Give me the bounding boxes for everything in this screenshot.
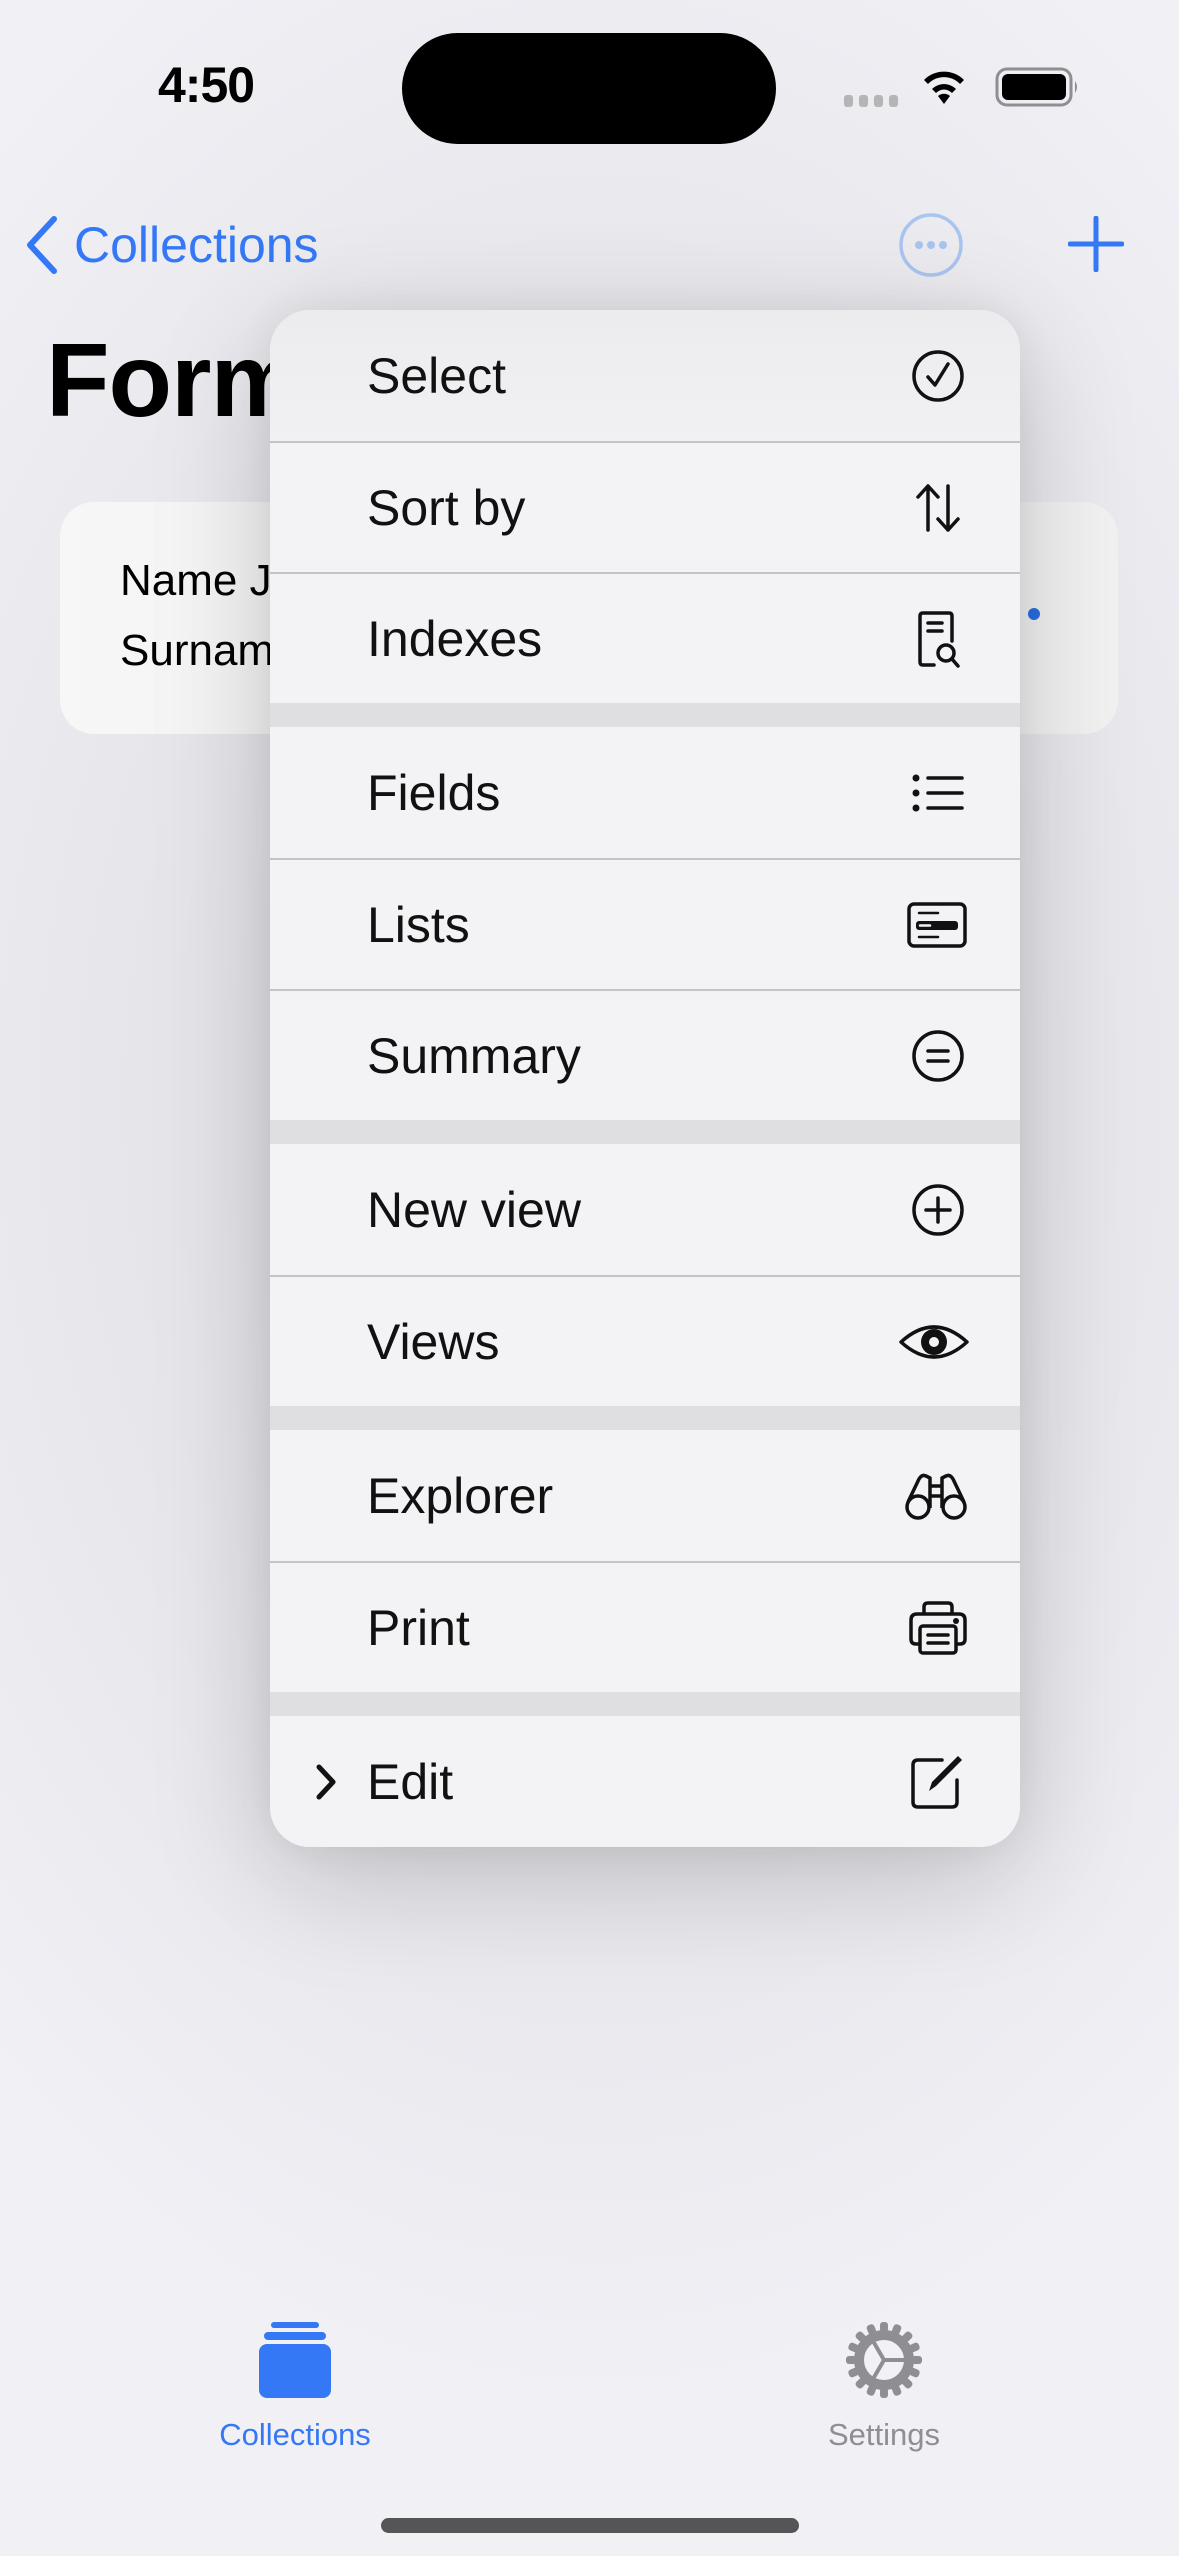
menu-item-label: Print bbox=[367, 1599, 470, 1656]
menu-item-views[interactable]: Views bbox=[270, 1275, 1020, 1406]
menu-item-label: Fields bbox=[367, 764, 501, 821]
back-label: Collections bbox=[74, 217, 319, 273]
menu-item-label: Explorer bbox=[367, 1467, 554, 1524]
status-time: 4:50 bbox=[158, 57, 255, 113]
menu-item-label: Lists bbox=[367, 896, 470, 953]
gear-icon bbox=[830, 2306, 938, 2414]
menu-item-label: Views bbox=[367, 1313, 500, 1370]
card-field-surname: Surnam bbox=[120, 626, 275, 675]
menu-item-edit[interactable]: Edit bbox=[270, 1716, 1020, 1847]
card-field-name: Name J bbox=[120, 556, 272, 605]
dynamic-island bbox=[402, 33, 776, 144]
menu-section-divider bbox=[270, 1120, 1020, 1144]
cellular-signal-icon bbox=[844, 95, 898, 107]
wifi-icon bbox=[924, 71, 964, 104]
menu-item-label: Indexes bbox=[367, 610, 543, 667]
home-indicator[interactable] bbox=[381, 2518, 799, 2533]
menu-item-print[interactable]: Print bbox=[270, 1561, 1020, 1692]
menu-item-label: New view bbox=[367, 1181, 581, 1238]
list-card-icon bbox=[907, 901, 967, 948]
context-menu: Select Sort by Indexes Fields Lists Summ… bbox=[270, 310, 1020, 1847]
plus-circle-icon bbox=[912, 1183, 964, 1236]
menu-item-label: Select bbox=[367, 347, 506, 404]
menu-item-label: Sort by bbox=[367, 479, 526, 536]
menu-section-divider bbox=[270, 1406, 1020, 1430]
menu-item-label: Summary bbox=[367, 1027, 581, 1084]
chevron-right-icon bbox=[316, 1764, 336, 1799]
square-and-pencil-icon bbox=[911, 1755, 962, 1809]
menu-item-explorer[interactable]: Explorer bbox=[270, 1430, 1020, 1561]
menu-item-new-view[interactable]: New view bbox=[270, 1144, 1020, 1275]
menu-section-divider bbox=[270, 1692, 1020, 1716]
plus-icon[interactable] bbox=[1068, 216, 1124, 272]
tab-collections[interactable]: Collections bbox=[195, 2320, 395, 2453]
menu-item-select[interactable]: Select bbox=[270, 310, 1020, 441]
page-title: Form bbox=[46, 323, 303, 439]
battery-icon bbox=[995, 67, 1077, 107]
equal-circle-icon bbox=[912, 1029, 964, 1082]
menu-item-fields[interactable]: Fields bbox=[270, 727, 1020, 858]
collections-stack-icon bbox=[259, 2322, 331, 2398]
ellipsis-circle-icon[interactable] bbox=[898, 212, 964, 278]
binoculars-icon bbox=[905, 1473, 967, 1520]
chevron-left-icon bbox=[27, 216, 57, 274]
menu-item-sort-by[interactable]: Sort by bbox=[270, 441, 1020, 572]
menu-item-summary[interactable]: Summary bbox=[270, 989, 1020, 1120]
menu-item-lists[interactable]: Lists bbox=[270, 858, 1020, 989]
tab-label: Collections bbox=[219, 2417, 371, 2452]
menu-section-divider bbox=[270, 703, 1020, 727]
checkmark-circle-icon bbox=[912, 349, 964, 402]
menu-item-indexes[interactable]: Indexes bbox=[270, 572, 1020, 703]
doc-magnifyingglass-icon bbox=[918, 610, 960, 668]
list-bullet-icon bbox=[912, 774, 964, 811]
tab-settings[interactable]: Settings bbox=[784, 2306, 984, 2453]
menu-item-label: Edit bbox=[367, 1753, 454, 1810]
eye-icon bbox=[899, 1324, 969, 1359]
back-button[interactable]: Collections bbox=[24, 210, 319, 280]
arrow-up-arrow-down-icon bbox=[916, 483, 960, 532]
printer-icon bbox=[909, 1600, 967, 1655]
tab-label: Settings bbox=[827, 2417, 940, 2452]
